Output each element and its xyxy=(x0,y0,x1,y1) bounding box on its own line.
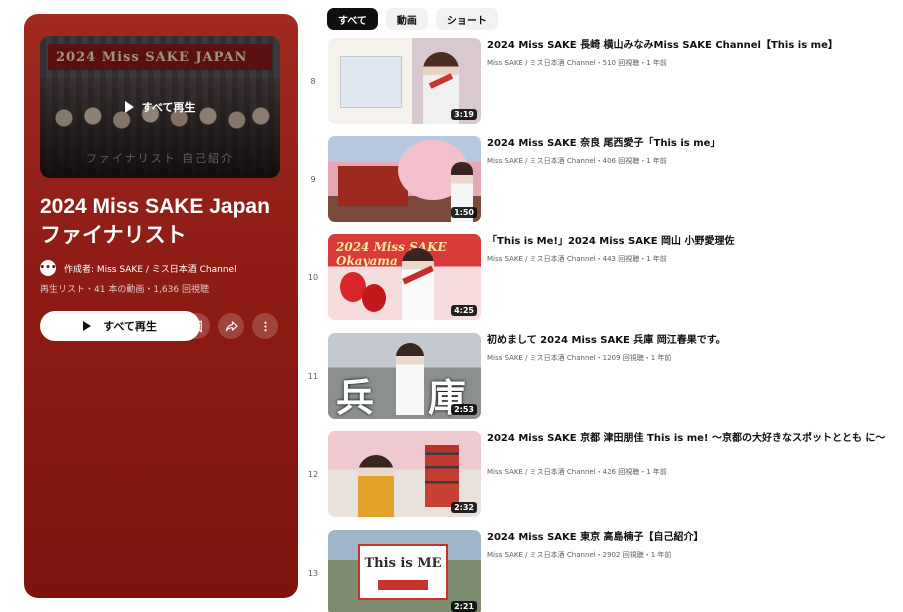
video-meta: Miss SAKE / ミス日本酒 Channel・426 回視聴・1 年前 xyxy=(487,468,667,476)
video-index: 10 xyxy=(307,272,319,282)
chip-all[interactable]: すべて xyxy=(327,8,378,30)
thumbnail-play-overlay[interactable]: すべて再生 xyxy=(40,36,280,178)
video-duration: 4:25 xyxy=(451,305,477,316)
video-index: 11 xyxy=(307,371,319,381)
video-title[interactable]: 初めまして 2024 Miss SAKE 兵庫 岡江春果です。 xyxy=(487,333,903,348)
more-vertical-icon xyxy=(263,321,267,331)
video-title[interactable]: 2024 Miss SAKE 東京 高島楠子【自己紹介】 xyxy=(487,530,903,545)
video-row[interactable]: 13 This is ME 2:21 2024 Miss SAKE 東京 高島楠… xyxy=(300,530,903,612)
play-icon xyxy=(124,101,134,113)
share-icon xyxy=(225,320,238,331)
play-all-label: すべて再生 xyxy=(103,320,157,333)
video-title[interactable]: 2024 Miss SAKE 京都 津田朋佳 This is me! ～京都の大… xyxy=(487,431,903,446)
chip-videos[interactable]: 動画 xyxy=(385,8,428,30)
playlist-meta: 再生リスト・41 本の動画・1,636 回視聴 xyxy=(40,285,209,295)
thumbnail-ribbon xyxy=(378,580,428,590)
thumbnail-person xyxy=(396,343,424,415)
video-row[interactable]: 8 3:19 2024 Miss SAKE 長崎 横山みなみMiss SAKE … xyxy=(300,38,903,134)
video-title[interactable]: 2024 Miss SAKE 奈良 尾西愛子「This is me」 xyxy=(487,136,903,151)
video-row[interactable]: 10 2024 Miss SAKE Okayama 4:25 「This is … xyxy=(300,234,903,330)
thumbnail-person xyxy=(402,248,434,320)
playlist-header-panel: 2024 Miss SAKE JAPAN ファイナリスト 自己紹介 すべて再生 … xyxy=(24,14,298,598)
filter-chips: すべて 動画 ショート xyxy=(327,8,498,30)
video-thumbnail[interactable]: 3:19 xyxy=(328,38,481,124)
video-duration: 1:50 xyxy=(451,207,477,218)
video-meta: Miss SAKE / ミス日本酒 Channel・406 回視聴・1 年前 xyxy=(487,157,667,165)
playlist-owner-text[interactable]: 作成者: Miss SAKE / ミス日本酒 Channel xyxy=(64,262,237,275)
play-icon xyxy=(83,321,92,331)
video-row[interactable]: 9 1:50 2024 Miss SAKE 奈良 尾西愛子「This is me… xyxy=(300,136,903,232)
video-duration: 2:21 xyxy=(451,601,477,612)
video-thumbnail[interactable]: This is ME 2:21 xyxy=(328,530,481,612)
thumbnail-play-label: すべて再生 xyxy=(141,101,196,114)
thumbnail-text: 兵 xyxy=(336,375,375,419)
video-row[interactable]: 12 2:32 2024 Miss SAKE 京都 津田朋佳 This is m… xyxy=(300,431,903,527)
chip-shorts[interactable]: ショート xyxy=(435,8,498,30)
play-all-button[interactable]: すべて再生 xyxy=(40,311,200,341)
playlist-title: 2024 Miss SAKE Japan ファイナリスト xyxy=(40,195,270,247)
video-meta: Miss SAKE / ミス日本酒 Channel・510 回視聴・1 年前 xyxy=(487,59,667,67)
video-index: 12 xyxy=(307,469,319,479)
video-duration: 2:32 xyxy=(451,502,477,513)
bookmark-icon xyxy=(192,320,202,333)
thumbnail-card: This is ME xyxy=(358,544,448,600)
video-meta: Miss SAKE / ミス日本酒 Channel・1209 回視聴・1 年前 xyxy=(487,354,672,362)
thumbnail-text: This is ME xyxy=(364,556,442,571)
video-title[interactable]: 2024 Miss SAKE 長崎 横山みなみMiss SAKE Channel… xyxy=(487,38,903,53)
video-row[interactable]: 11 兵 庫 2:53 初めまして 2024 Miss SAKE 兵庫 岡江春果… xyxy=(300,333,903,429)
video-index: 9 xyxy=(310,174,316,184)
video-thumbnail[interactable]: 1:50 xyxy=(328,136,481,222)
channel-avatar[interactable]: ••• xyxy=(39,260,57,276)
share-button[interactable] xyxy=(218,313,244,339)
video-index: 13 xyxy=(307,568,319,578)
playlist-owner[interactable]: ••• 作成者: Miss SAKE / ミス日本酒 Channel xyxy=(39,260,237,276)
video-duration: 3:19 xyxy=(451,109,477,120)
video-meta: Miss SAKE / ミス日本酒 Channel・2902 回視聴・1 年前 xyxy=(487,551,672,559)
video-thumbnail[interactable]: 兵 庫 2:53 xyxy=(328,333,481,419)
video-meta: Miss SAKE / ミス日本酒 Channel・443 回視聴・1 年前 xyxy=(487,255,667,263)
video-thumbnail[interactable]: 2:32 xyxy=(328,431,481,517)
thumbnail-card xyxy=(340,56,402,108)
more-actions-button[interactable] xyxy=(252,313,278,339)
thumbnail-strawberry xyxy=(362,284,386,312)
thumbnail-person xyxy=(358,455,394,517)
video-thumbnail[interactable]: 2024 Miss SAKE Okayama 4:25 xyxy=(328,234,481,320)
thumbnail-pagoda xyxy=(425,445,459,507)
save-playlist-button[interactable] xyxy=(184,313,210,339)
video-title[interactable]: 「This is Me!」2024 Miss SAKE 岡山 小野愛理佐 xyxy=(487,234,903,249)
video-index: 8 xyxy=(310,76,316,86)
playlist-thumbnail[interactable]: 2024 Miss SAKE JAPAN ファイナリスト 自己紹介 すべて再生 xyxy=(40,36,280,178)
video-duration: 2:53 xyxy=(451,404,477,415)
